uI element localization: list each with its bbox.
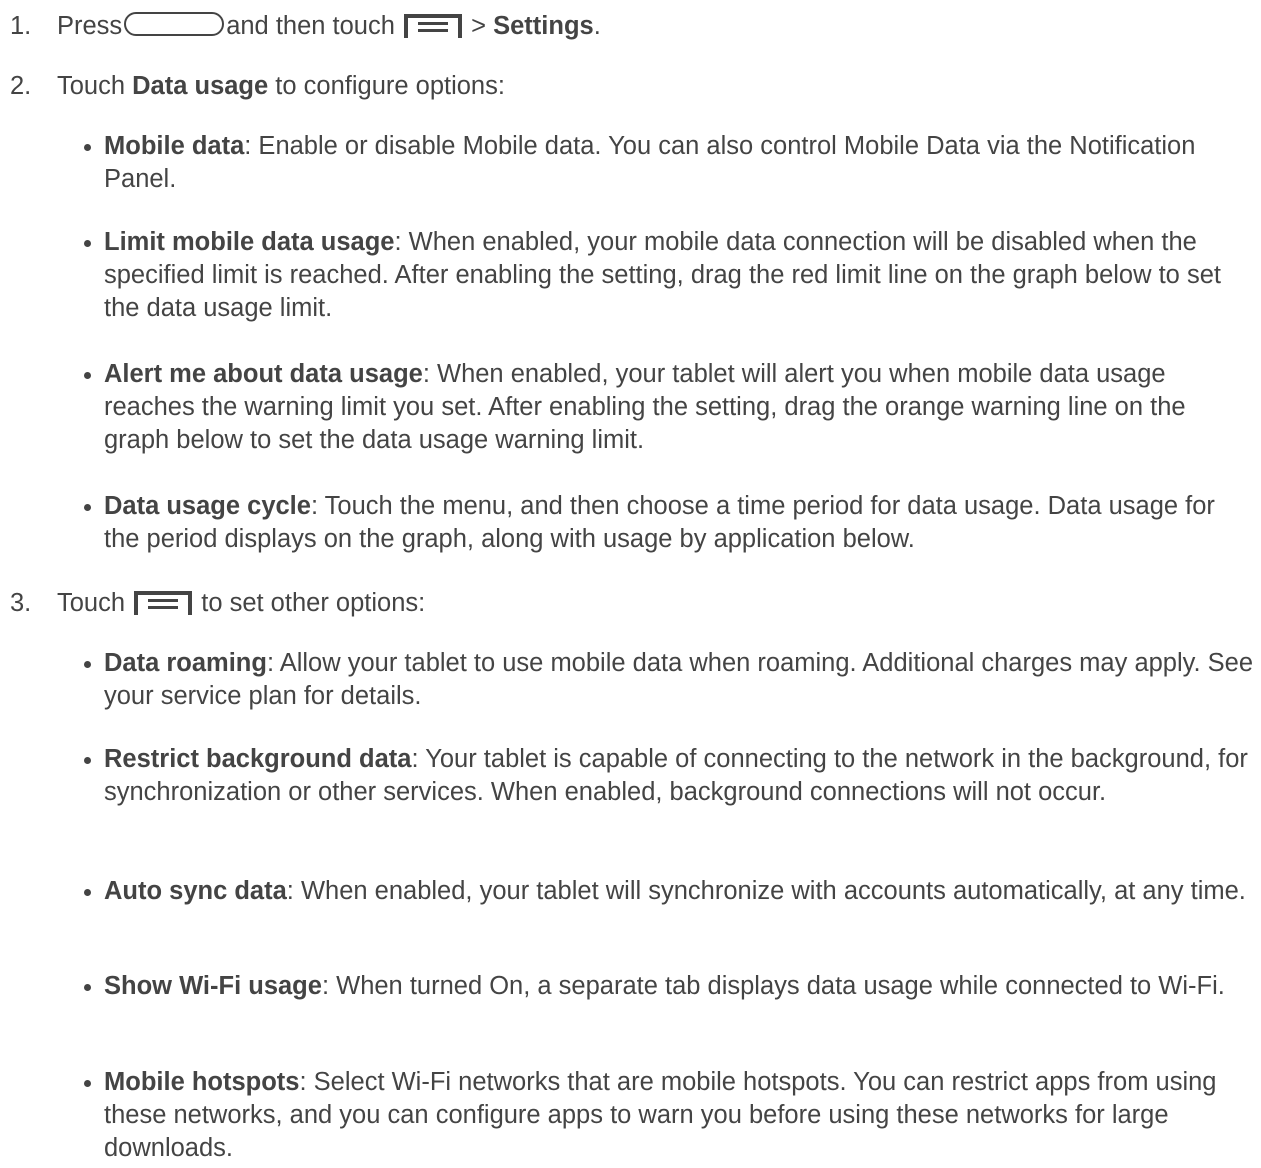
option-term: Restrict background data — [104, 745, 412, 773]
bullet-dot — [84, 889, 91, 896]
bullet-dot — [84, 757, 91, 764]
step-rest-text: to set other options: — [201, 589, 426, 617]
option-desc: : When turned On, a separate tab display… — [321, 972, 1225, 1000]
option-desc: : Enable or disable Mobile data. You can… — [104, 132, 1196, 193]
bullet-text: Alert me about data usage: When enabled,… — [104, 358, 1254, 457]
settings-term: Settings — [493, 12, 594, 40]
option-term: Mobile hotspots — [104, 1068, 300, 1096]
bullet-dot — [84, 984, 91, 991]
bullet-text: Data usage cycle: Touch the menu, and th… — [104, 490, 1254, 556]
home-key-icon — [124, 12, 225, 36]
instructions-document: 1. Press and then touch > Settings. 2. To… — [0, 0, 1261, 1168]
option-term: Limit mobile data usage — [104, 228, 395, 256]
step-text: Press and then touch > Settings. — [57, 10, 601, 43]
option-term: Data roaming — [104, 649, 267, 677]
step-rest-text: to configure options: — [275, 72, 505, 100]
option-term: Alert me about data usage — [104, 360, 423, 388]
bullet-text: Restrict background data: Your tablet is… — [104, 743, 1254, 809]
bullet-dot — [84, 240, 91, 247]
bullet-text: Mobile data: Enable or disable Mobile da… — [104, 130, 1254, 196]
option-term: Mobile data — [104, 132, 245, 160]
bullet-dot — [84, 504, 91, 511]
bullet-text: Limit mobile data usage: When enabled, y… — [104, 226, 1254, 325]
bullet-text: Auto sync data: When enabled, your table… — [104, 875, 1254, 908]
option-term: Show Wi-Fi usage — [104, 972, 322, 1000]
bullet-dot — [84, 1080, 91, 1087]
bullet-dot — [84, 144, 91, 151]
touch-text: Touch — [57, 72, 126, 100]
menu-key-icon — [404, 14, 463, 38]
bullet-dot — [84, 661, 91, 668]
touch-text: Touch — [57, 589, 126, 617]
option-term: Auto sync data — [104, 877, 287, 905]
bullet-text: Show Wi-Fi usage: When turned On, a sepa… — [104, 970, 1254, 1003]
separator-text: > — [471, 12, 487, 40]
option-term: Data usage cycle — [104, 492, 311, 520]
step-text: Touch Data usage to configure options: — [57, 70, 505, 103]
option-desc: : Allow your tablet to use mobile data w… — [104, 649, 1254, 710]
and-then-touch-text: and then touch — [226, 12, 395, 40]
step-number: 2. — [10, 72, 32, 100]
press-text: Press — [57, 12, 123, 40]
data-usage-term: Data usage — [132, 72, 269, 100]
step-number: 3. — [10, 589, 32, 617]
period-text: . — [593, 12, 601, 40]
step-text: Touch to set other options: — [57, 587, 425, 620]
option-desc: : When enabled, your tablet will synchro… — [286, 877, 1246, 905]
menu-key-icon — [134, 591, 193, 615]
bullet-text: Mobile hotspots: Select Wi-Fi networks t… — [104, 1066, 1254, 1165]
step-number: 1. — [10, 12, 32, 40]
bullet-text: Data roaming: Allow your tablet to use m… — [104, 647, 1254, 713]
bullet-dot — [84, 372, 91, 379]
